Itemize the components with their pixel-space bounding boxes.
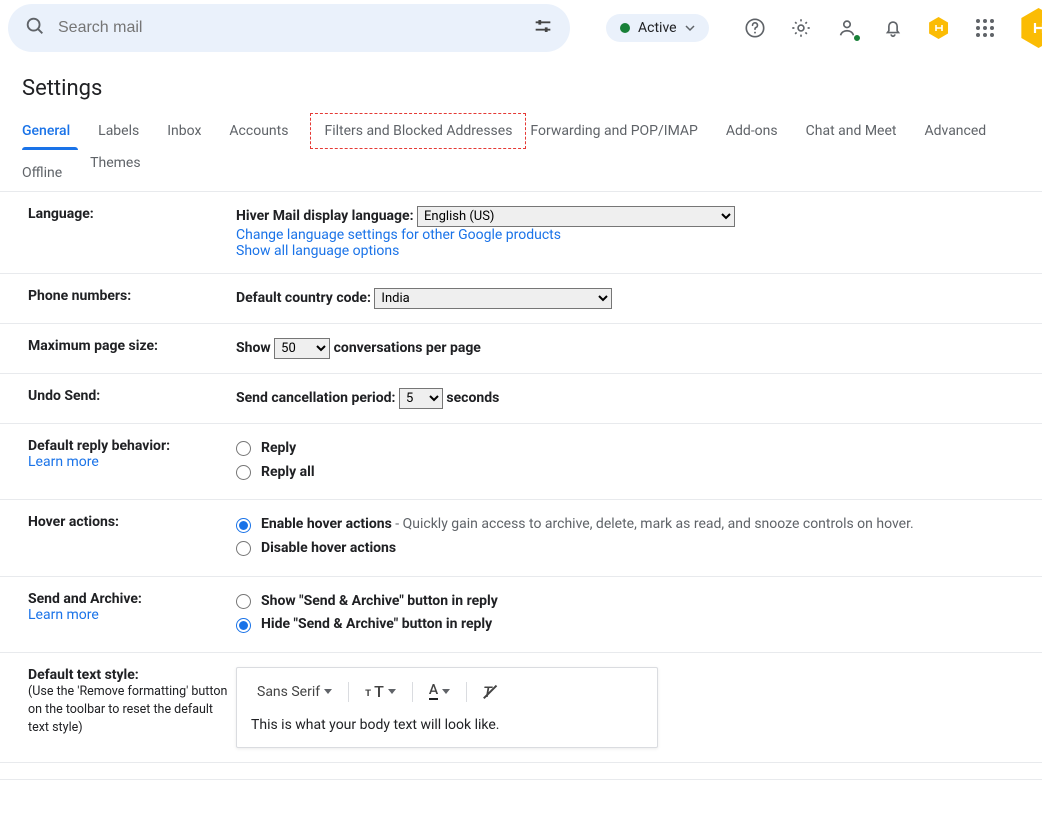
label-images: Images:: [28, 777, 78, 780]
label-show: Show: [236, 340, 271, 356]
label-undo-suffix: seconds: [446, 390, 499, 406]
settings-body: Language: Hiver Mail display language: E…: [0, 192, 1042, 820]
radio-hover-disable[interactable]: [236, 541, 251, 556]
tab-forwarding[interactable]: Forwarding and POP/IMAP: [530, 113, 707, 149]
label-country-code: Default country code:: [236, 290, 371, 306]
font-family-value: Sans Serif: [257, 684, 320, 700]
hover-enable-desc: - Quickly gain access to archive, delete…: [392, 516, 914, 532]
radio-reply-all[interactable]: [236, 465, 251, 480]
header-icons: [743, 8, 1042, 48]
bell-icon[interactable]: [881, 16, 905, 40]
label-textstyle: Default text style:: [28, 667, 139, 683]
row-images: Images: Always display external images -…: [0, 762, 1042, 780]
search-icon: [24, 15, 46, 41]
radio-reply[interactable]: [236, 441, 251, 456]
search-input[interactable]: [58, 19, 532, 37]
help-icon[interactable]: [743, 16, 767, 40]
page-title: Settings: [0, 56, 1042, 113]
remove-formatting-icon: T: [483, 683, 492, 701]
label-undo-period: Send cancellation period:: [236, 390, 395, 406]
tab-offline[interactable]: Offline: [22, 155, 72, 191]
tab-themes[interactable]: Themes: [90, 155, 150, 191]
tab-inbox[interactable]: Inbox: [167, 113, 211, 149]
opt-reply-all: Reply all: [261, 462, 315, 484]
label-undo: Undo Send:: [28, 388, 100, 404]
label-pagesize: Maximum page size:: [28, 338, 158, 354]
presence-dot-icon: [853, 34, 861, 42]
chevron-down-icon: [324, 689, 332, 694]
select-country-code[interactable]: India: [374, 288, 612, 309]
label-phone: Phone numbers:: [28, 288, 131, 304]
select-language[interactable]: English (US): [417, 206, 735, 227]
label-textstyle-sub: (Use the 'Remove formatting' button on t…: [28, 684, 227, 735]
apps-grid-icon[interactable]: [973, 16, 997, 40]
settings-gear-icon[interactable]: [789, 16, 813, 40]
tab-labels[interactable]: Labels: [98, 113, 149, 149]
select-pagesize[interactable]: 50: [274, 338, 330, 359]
divider: [466, 682, 467, 702]
link-images-learn[interactable]: Learn more: [469, 779, 540, 780]
radio-sa-hide[interactable]: [236, 618, 251, 633]
tab-filters-highlighted[interactable]: Filters and Blocked Addresses: [310, 113, 526, 149]
radio-hover-enable[interactable]: [236, 518, 251, 533]
row-pagesize: Maximum page size: Show 50 conversations…: [0, 324, 1042, 374]
hiver-icon[interactable]: [927, 16, 951, 40]
account-icon[interactable]: [835, 16, 859, 40]
status-pill[interactable]: Active: [606, 14, 709, 42]
row-sendarchive: Send and Archive: Learn more Show "Send …: [0, 577, 1042, 653]
font-color-dropdown[interactable]: A: [423, 679, 456, 704]
label-pagesize-suffix: conversations per page: [334, 340, 481, 356]
divider: [348, 682, 349, 702]
opt-hover-enable: Enable hover actions: [261, 516, 392, 532]
text-color-icon: A: [429, 683, 438, 700]
tab-general[interactable]: General: [22, 113, 80, 149]
label-display-language: Hiver Mail display language:: [236, 208, 414, 224]
remove-formatting-button[interactable]: T: [477, 679, 498, 705]
link-show-all-language[interactable]: Show all language options: [236, 243, 399, 259]
text-style-box: Sans Serif тT A T: [236, 667, 658, 748]
row-hover: Hover actions: Enable hover actions - Qu…: [0, 500, 1042, 576]
status-dot-icon: [620, 23, 630, 33]
hiver-app-icon[interactable]: [1019, 8, 1042, 48]
row-language: Language: Hiver Mail display language: E…: [0, 192, 1042, 274]
opt-images-always: Always display external images: [261, 779, 458, 780]
app-header: Active: [0, 0, 1042, 56]
status-label: Active: [638, 20, 677, 36]
label-sendarchive: Send and Archive:: [28, 591, 142, 607]
link-reply-learn[interactable]: Learn more: [28, 454, 99, 470]
select-undo-period[interactable]: 5: [399, 388, 443, 409]
radio-sa-show[interactable]: [236, 594, 251, 609]
chevron-down-icon: [442, 689, 450, 694]
tab-advanced[interactable]: Advanced: [924, 113, 996, 149]
opt-hover-disable: Disable hover actions: [261, 538, 396, 560]
text-style-sample: This is what your body text will look li…: [251, 717, 643, 733]
row-reply: Default reply behavior: Learn more Reply…: [0, 424, 1042, 500]
text-style-toolbar: Sans Serif тT A T: [251, 678, 643, 705]
label-reply: Default reply behavior:: [28, 438, 170, 454]
chevron-down-icon: [685, 23, 695, 33]
row-phone: Phone numbers: Default country code: Ind…: [0, 274, 1042, 324]
link-sendarchive-learn[interactable]: Learn more: [28, 607, 99, 623]
label-language: Language:: [28, 206, 94, 222]
row-textstyle: Default text style: (Use the 'Remove for…: [0, 653, 1042, 762]
settings-tabs: General Labels Inbox Accounts Filters an…: [0, 113, 1042, 192]
label-hover: Hover actions:: [28, 514, 119, 530]
font-family-dropdown[interactable]: Sans Serif: [251, 680, 338, 704]
chevron-down-icon: [388, 689, 396, 694]
tab-accounts[interactable]: Accounts: [229, 113, 298, 149]
link-change-language[interactable]: Change language settings for other Googl…: [236, 227, 561, 243]
font-size-icon: т: [365, 685, 371, 699]
tab-chatmeet[interactable]: Chat and Meet: [806, 113, 907, 149]
opt-sa-show: Show "Send & Archive" button in reply: [261, 591, 498, 613]
search-options-icon[interactable]: [532, 15, 554, 41]
font-size-dropdown[interactable]: тT: [359, 678, 402, 705]
opt-sa-hide: Hide "Send & Archive" button in reply: [261, 614, 492, 636]
divider: [412, 682, 413, 702]
row-undo: Undo Send: Send cancellation period: 5 s…: [0, 374, 1042, 424]
tab-addons[interactable]: Add-ons: [726, 113, 788, 149]
opt-reply: Reply: [261, 438, 296, 460]
search-box[interactable]: [8, 4, 570, 52]
